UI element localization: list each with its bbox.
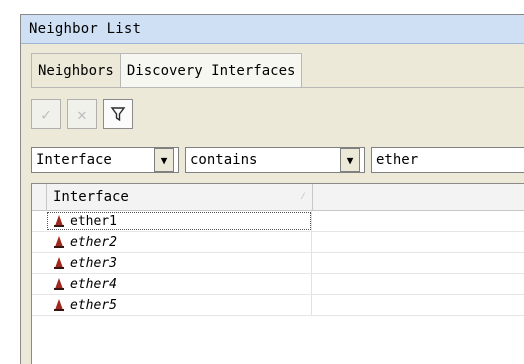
interface-name: ether3 <box>70 255 117 271</box>
tab-neighbors-label: Neighbors <box>38 62 114 79</box>
interface-icon <box>54 215 64 227</box>
interface-icon <box>54 278 64 290</box>
row-gutter <box>32 274 46 294</box>
filter-row: Interface ▼ contains ▼ ether <box>31 147 524 173</box>
row-gutter <box>32 295 46 315</box>
table-header: Interface ⁄ <box>32 184 524 211</box>
interface-cell: ether5 <box>46 295 312 315</box>
table-row[interactable]: ether2 <box>32 232 524 253</box>
interface-icon <box>54 299 64 311</box>
tab-neighbors[interactable]: Neighbors <box>31 53 121 87</box>
window-title: Neighbor List <box>29 21 142 37</box>
chevron-down-icon[interactable]: ▼ <box>154 148 174 172</box>
row-gutter <box>32 211 46 231</box>
sort-icon: ⁄ <box>299 191 306 202</box>
interface-name: ether4 <box>70 276 117 292</box>
interface-cell: ether1 <box>46 211 312 231</box>
interface-icon <box>54 236 64 248</box>
disable-button[interactable]: ✕ <box>67 99 97 129</box>
filter-operator-select[interactable]: contains ▼ <box>185 147 365 173</box>
checkmark-icon: ✓ <box>41 104 51 124</box>
neighbor-list-window: Neighbor List Neighbors Discovery Interf… <box>20 14 524 364</box>
tab-discovery-interfaces[interactable]: Discovery Interfaces <box>120 53 303 87</box>
table-row[interactable]: ether5 <box>32 295 524 316</box>
interface-name: ether1 <box>70 213 117 229</box>
tab-discovery-interfaces-label: Discovery Interfaces <box>126 62 296 79</box>
row-gutter <box>32 253 46 273</box>
x-icon: ✕ <box>77 104 87 124</box>
filter-operator-value: contains <box>190 152 258 168</box>
enable-button[interactable]: ✓ <box>31 99 61 129</box>
filter-value-text: ether <box>376 152 419 168</box>
row-gutter <box>32 232 46 252</box>
interface-cell: ether3 <box>46 253 312 273</box>
filter-value-input[interactable]: ether <box>371 147 524 173</box>
column-header-label: Interface <box>53 189 129 205</box>
column-header-interface[interactable]: Interface ⁄ <box>47 184 313 210</box>
filter-field-value: Interface <box>36 152 112 168</box>
chevron-down-icon[interactable]: ▼ <box>340 148 360 172</box>
interface-cell: ether2 <box>46 232 312 252</box>
funnel-icon <box>110 107 126 122</box>
interface-icon <box>54 257 64 269</box>
interfaces-table: Interface ⁄ ether1 ether2 ether3 ether4 … <box>31 183 524 364</box>
table-row[interactable]: ether4 <box>32 274 524 295</box>
interface-name: ether2 <box>70 234 117 250</box>
interface-cell: ether4 <box>46 274 312 294</box>
window-titlebar[interactable]: Neighbor List <box>21 15 524 44</box>
table-row[interactable]: ether3 <box>32 253 524 274</box>
table-row[interactable]: ether1 <box>32 211 524 232</box>
filter-button[interactable] <box>103 99 133 129</box>
toolbar: ✓ ✕ <box>31 99 133 129</box>
tab-divider <box>31 87 524 88</box>
tab-strip: Neighbors Discovery Interfaces <box>31 53 524 87</box>
filter-field-select[interactable]: Interface ▼ <box>31 147 179 173</box>
interface-name: ether5 <box>70 297 117 313</box>
header-gutter <box>32 184 47 210</box>
